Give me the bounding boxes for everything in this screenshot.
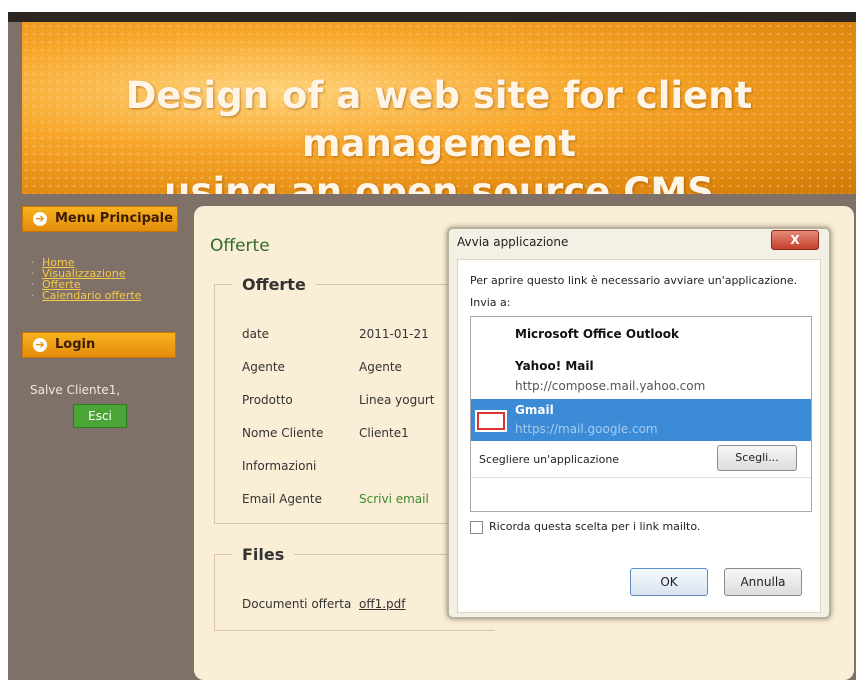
app-name: Microsoft Office Outlook (515, 327, 679, 341)
row-value: 2011-01-21 (359, 327, 429, 341)
page-title: Offerte (210, 236, 270, 256)
app-url: https://mail.google.com (515, 422, 658, 436)
menu-principale-header: ➔ Menu Principale (22, 206, 178, 232)
row-value: Cliente1 (359, 426, 409, 440)
arrow-right-icon: ➔ (33, 212, 47, 226)
remember-checkbox[interactable] (470, 520, 483, 534)
app-name: Yahoo! Mail (515, 359, 594, 373)
row-key: Nome Cliente (242, 426, 324, 440)
list-item[interactable]: Microsoft Office Outlook (471, 317, 811, 353)
dialog-title: Avvia applicazione (457, 235, 569, 249)
dialog-message: Per aprire questo link è necessario avvi… (470, 274, 798, 287)
row-key: Prodotto (242, 393, 293, 407)
row-value: Linea yogurt (359, 393, 435, 407)
choose-app-row: Scegliere un'applicazione Scegli... (471, 441, 811, 478)
login-header: ➔ Login (22, 332, 176, 358)
remember-label: Ricorda questa scelta per i link mailto. (489, 520, 701, 533)
close-icon[interactable]: X (771, 230, 819, 250)
files-legend: Files (232, 545, 295, 564)
site-title-line1: Design of a web site for client manageme… (125, 74, 753, 165)
choose-app-label: Scegliere un'applicazione (479, 453, 620, 466)
row-key: date (242, 327, 270, 341)
gmail-icon (475, 410, 507, 432)
ok-button[interactable]: OK (630, 568, 708, 596)
arrow-right-icon: ➔ (33, 338, 47, 352)
files-key: Documenti offerta (242, 597, 352, 611)
choose-button[interactable]: Scegli... (717, 445, 797, 471)
cancel-button[interactable]: Annulla (724, 568, 802, 596)
app-url: http://compose.mail.yahoo.com (515, 379, 706, 393)
greeting-text: Salve Cliente1, (30, 383, 121, 397)
top-bar (8, 12, 856, 22)
site-title-line2: using an open source CMS (164, 170, 714, 194)
application-list[interactable]: Microsoft Office Outlook Yahoo! Mail htt… (470, 316, 812, 512)
sidebar-nav: Home Visualizzazione Offerte Calendario … (28, 257, 141, 301)
email-agent-link[interactable]: Scrivi email (359, 492, 429, 506)
logout-button[interactable]: Esci (73, 404, 127, 428)
launch-application-dialog: Avvia applicazione X Per aprire questo l… (447, 227, 831, 619)
pdf-link[interactable]: off1.pdf (359, 597, 406, 611)
site-title: Design of a web site for client manageme… (22, 72, 856, 194)
row-key: Email Agente (242, 492, 323, 506)
app-name: Gmail (515, 403, 554, 417)
remember-choice-row[interactable]: Ricorda questa scelta per i link mailto. (470, 520, 700, 534)
offerte-legend: Offerte (232, 275, 316, 294)
sidebar-link-calendario[interactable]: Calendario offerte (28, 290, 141, 301)
send-to-label: Invia a: (470, 296, 511, 309)
list-item[interactable]: Yahoo! Mail http://compose.mail.yahoo.co… (471, 353, 811, 397)
row-key: Informazioni (242, 459, 317, 473)
row-value: Agente (359, 360, 402, 374)
list-item-selected[interactable]: Gmail https://mail.google.com (471, 399, 811, 441)
header-banner: Design of a web site for client manageme… (22, 22, 856, 194)
row-key: Agente (242, 360, 285, 374)
dialog-body: Per aprire questo link è necessario avvi… (457, 259, 821, 613)
login-title: Login (55, 337, 96, 352)
menu-principale-title: Menu Principale (55, 211, 173, 226)
